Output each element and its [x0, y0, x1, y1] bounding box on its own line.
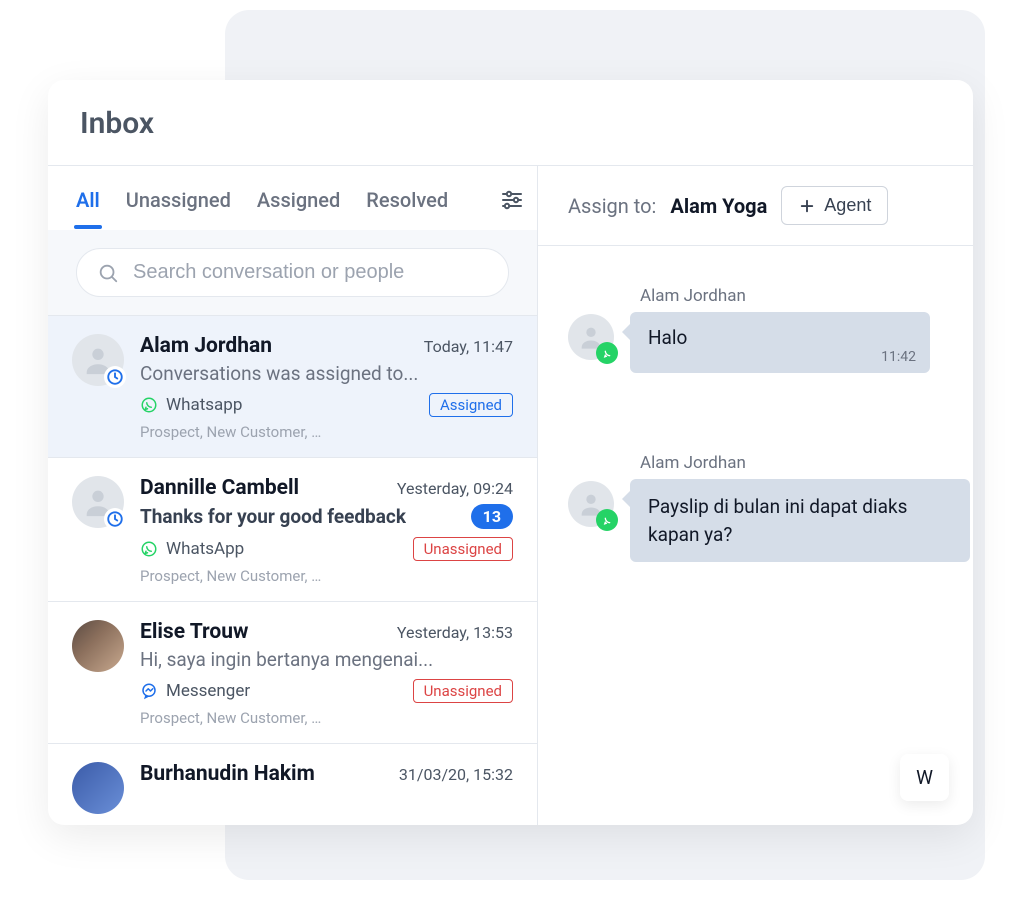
message-preview: Conversations was assigned to... [140, 362, 418, 385]
avatar-photo [72, 620, 124, 672]
timestamp: Today, 11:47 [424, 337, 513, 356]
timestamp: 31/03/20, 15:32 [399, 765, 513, 784]
whatsapp-icon [601, 514, 614, 527]
channel-tag: Messenger [140, 681, 250, 701]
plus-icon [798, 197, 816, 215]
search-input[interactable] [133, 261, 488, 284]
clock-badge [104, 366, 126, 388]
tab-assigned[interactable]: Assigned [257, 190, 340, 228]
chat-area: Alam Jordhan Halo 11:42 [538, 246, 973, 825]
status-badge: Unassigned [413, 537, 513, 561]
avatar [72, 476, 124, 528]
contact-name: Alam Jordhan [140, 334, 272, 358]
contact-tags: Prospect, New Customer, … [140, 709, 513, 727]
conversation-item[interactable]: Burhanudin Hakim 31/03/20, 15:32 [48, 744, 537, 825]
assignee-name: Alam Yoga [670, 194, 767, 218]
assign-label: Assign to: [568, 194, 656, 218]
whatsapp-badge [596, 509, 618, 531]
avatar [72, 762, 124, 814]
message-text: Halo [648, 326, 687, 349]
unread-count: 13 [471, 504, 513, 529]
conversation-item[interactable]: Alam Jordhan Today, 11:47 Conversations … [48, 316, 537, 458]
contact-tags: Prospect, New Customer, … [140, 567, 513, 585]
whatsapp-icon [140, 540, 158, 558]
message-avatar [568, 481, 614, 527]
avatar-photo [72, 762, 124, 814]
main-row: All Unassigned Assigned Resolved [48, 166, 973, 825]
tab-all[interactable]: All [76, 190, 100, 228]
message-preview: Hi, saya ingin bertanya mengenai... [140, 648, 433, 671]
message-sender: Alam Jordhan [640, 286, 973, 306]
message-avatar [568, 314, 614, 360]
message-preview: Thanks for your good feedback [140, 505, 406, 528]
conversation-panel: All Unassigned Assigned Resolved [48, 166, 538, 825]
contact-tags: Prospect, New Customer, … [140, 423, 513, 441]
timestamp: Yesterday, 13:53 [397, 623, 513, 642]
avatar [72, 334, 124, 386]
message-bubble: Halo 11:42 [630, 312, 930, 373]
sliders-icon [500, 188, 524, 212]
filter-settings-button[interactable] [500, 188, 524, 230]
whatsapp-icon [601, 347, 614, 360]
contact-name: Elise Trouw [140, 620, 248, 644]
message-bubble: Payslip di bulan ini dapat diaks kapan y… [630, 479, 970, 562]
tab-unassigned[interactable]: Unassigned [126, 190, 231, 228]
assign-bar: Assign to: Alam Yoga Agent [538, 166, 973, 246]
clock-icon [106, 368, 124, 386]
message: Alam Jordhan Payslip di bulan ini dapat … [568, 453, 973, 562]
conversation-item[interactable]: Elise Trouw Yesterday, 13:53 Hi, saya in… [48, 602, 537, 744]
reply-preview[interactable]: W [900, 754, 949, 801]
conversation-list: Alam Jordhan Today, 11:47 Conversations … [48, 316, 537, 825]
message: Alam Jordhan Halo 11:42 [568, 286, 973, 373]
message-sender: Alam Jordhan [640, 453, 973, 473]
clock-badge [104, 508, 126, 530]
page-title: Inbox [80, 106, 941, 141]
title-bar: Inbox [48, 80, 973, 166]
avatar [72, 620, 124, 672]
app-window: Inbox All Unassigned Assigned Resolved [48, 80, 973, 825]
message-time: 11:42 [881, 349, 916, 365]
status-badge: Unassigned [413, 679, 513, 703]
status-badge: Assigned [429, 393, 513, 417]
channel-tag: WhatsApp [140, 539, 244, 559]
whatsapp-icon [140, 396, 158, 414]
conversation-item[interactable]: Dannille Cambell Yesterday, 09:24 Thanks… [48, 458, 537, 602]
message-text: Payslip di bulan ini dapat diaks kapan y… [648, 495, 907, 546]
contact-name: Burhanudin Hakim [140, 762, 315, 786]
filter-bar: All Unassigned Assigned Resolved [48, 166, 537, 230]
chat-panel: Assign to: Alam Yoga Agent [538, 166, 973, 825]
tab-resolved[interactable]: Resolved [366, 190, 448, 228]
contact-name: Dannille Cambell [140, 476, 299, 500]
clock-icon [106, 510, 124, 528]
channel-tag: Whatsapp [140, 395, 242, 415]
search-icon [97, 262, 119, 284]
search-box[interactable] [76, 248, 509, 297]
add-agent-button[interactable]: Agent [781, 186, 888, 225]
messenger-icon [140, 682, 158, 700]
search-container [48, 230, 537, 316]
timestamp: Yesterday, 09:24 [397, 479, 513, 498]
whatsapp-badge [596, 342, 618, 364]
